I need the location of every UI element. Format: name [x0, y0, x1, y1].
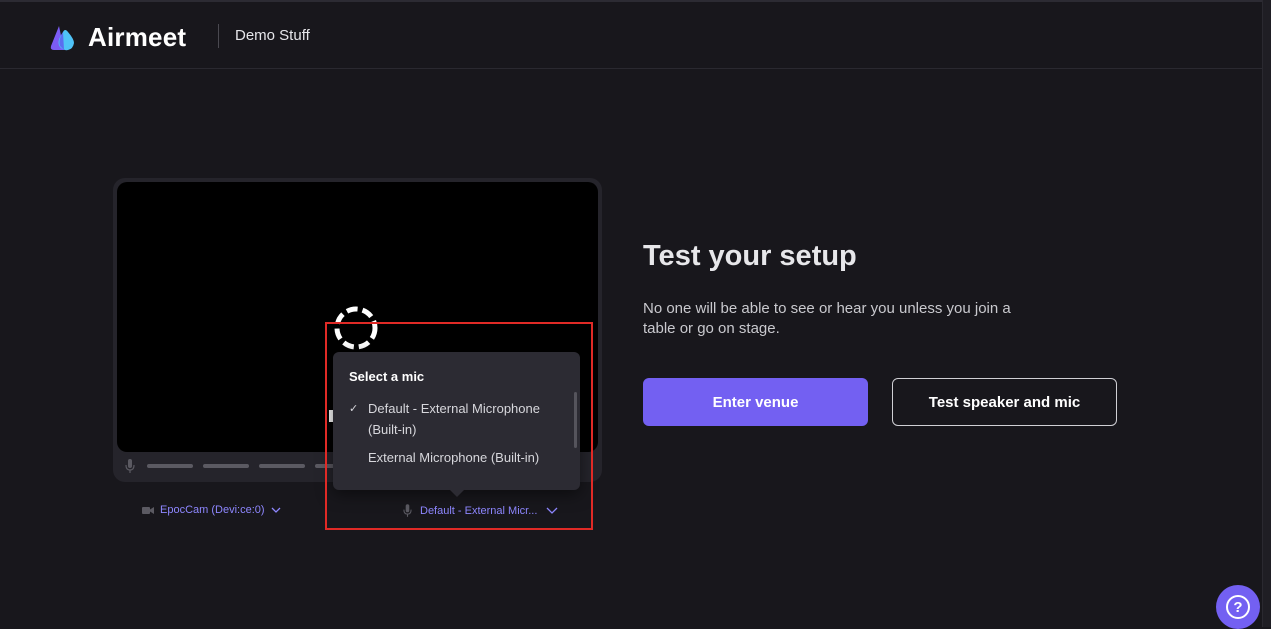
camera-select-label: EpocCam (Devi:ce:0)	[160, 504, 265, 516]
logo[interactable]: Airmeet	[50, 22, 186, 53]
help-icon: ?	[1226, 595, 1250, 619]
camera-icon	[142, 506, 154, 514]
highlight-annotation-box	[325, 322, 593, 530]
enter-venue-button[interactable]: Enter venue	[643, 378, 868, 426]
mic-icon	[125, 459, 135, 473]
chevron-down-icon	[271, 507, 281, 513]
airmeet-logo-icon	[50, 26, 74, 51]
camera-select[interactable]: EpocCam (Devi:ce:0)	[142, 504, 287, 516]
test-speaker-mic-button[interactable]: Test speaker and mic	[892, 378, 1117, 426]
header-divider	[218, 24, 219, 48]
scrollbar[interactable]	[1262, 0, 1271, 627]
meter-segment	[203, 464, 249, 468]
meter-segment	[259, 464, 305, 468]
help-button[interactable]: ?	[1216, 585, 1260, 629]
header: Airmeet Demo Stuff	[0, 2, 1263, 69]
page-title: Test your setup	[643, 240, 857, 272]
help-label: ?	[1233, 598, 1243, 616]
setup-description: No one will be able to see or hear you u…	[643, 300, 1011, 337]
brand-name: Airmeet	[88, 22, 187, 52]
meter-segment	[147, 464, 193, 468]
event-name: Demo Stuff	[235, 27, 310, 44]
